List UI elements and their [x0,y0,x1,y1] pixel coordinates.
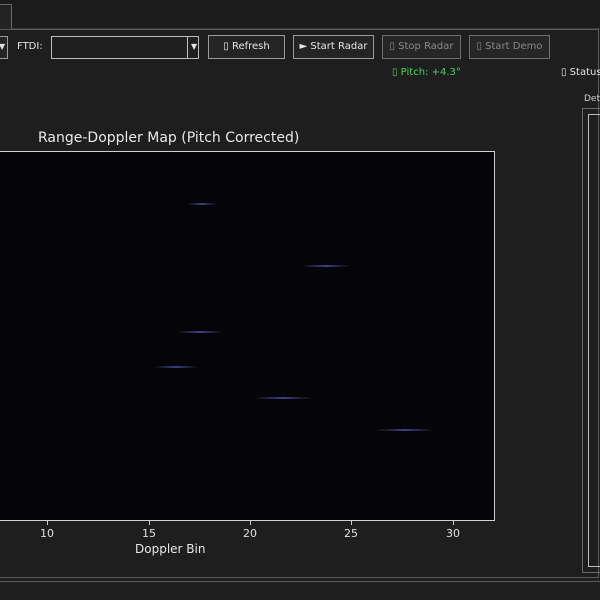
target-blip [375,429,435,431]
target-blip [253,397,313,399]
chevron-down-icon: ▼ [191,42,198,51]
radar-app-window: ▼ FTDI: ▼ ▯ Refresh ► Start Radar ▯ Stop… [0,0,600,600]
pitch-readout: ▯ Pitch: +4.3° [392,67,461,78]
device-select-dropdown[interactable]: ▼ [0,36,8,59]
x-tick-label: 10 [40,527,54,540]
chevron-down-icon: ▼ [0,42,6,51]
tab-bar [0,0,600,29]
ftdi-device-select[interactable]: ▼ [51,36,199,59]
detections-list[interactable] [588,114,600,567]
x-tick-mark [149,521,150,525]
target-blip [301,265,351,267]
x-tick-mark [47,521,48,525]
start-demo-button[interactable]: ▯ Start Demo [469,35,550,59]
tab-main[interactable] [0,4,12,29]
start-radar-button[interactable]: ► Start Radar [293,35,374,59]
target-blip [187,203,217,205]
plot-title: Range-Doppler Map (Pitch Corrected) [38,130,300,146]
status-bar [0,582,600,600]
stop-radar-button[interactable]: ▯ Stop Radar [382,35,461,59]
combo-separator [187,37,188,58]
x-tick-label: 15 [142,527,156,540]
x-tick-mark [351,521,352,525]
x-tick-mark [250,521,251,525]
x-axis-label: Doppler Bin [135,542,206,556]
x-tick-mark [453,521,454,525]
status-readout: ▯ Status: [561,67,600,78]
target-blip [154,366,198,368]
x-tick-label: 20 [243,527,257,540]
target-blip [177,331,223,333]
refresh-button[interactable]: ▯ Refresh [208,35,285,59]
x-tick-label: 30 [446,527,460,540]
x-tick-label: 25 [344,527,358,540]
ftdi-label: FTDI: [17,41,43,52]
range-doppler-map[interactable] [0,151,495,521]
detections-panel-title: Det [584,94,600,104]
